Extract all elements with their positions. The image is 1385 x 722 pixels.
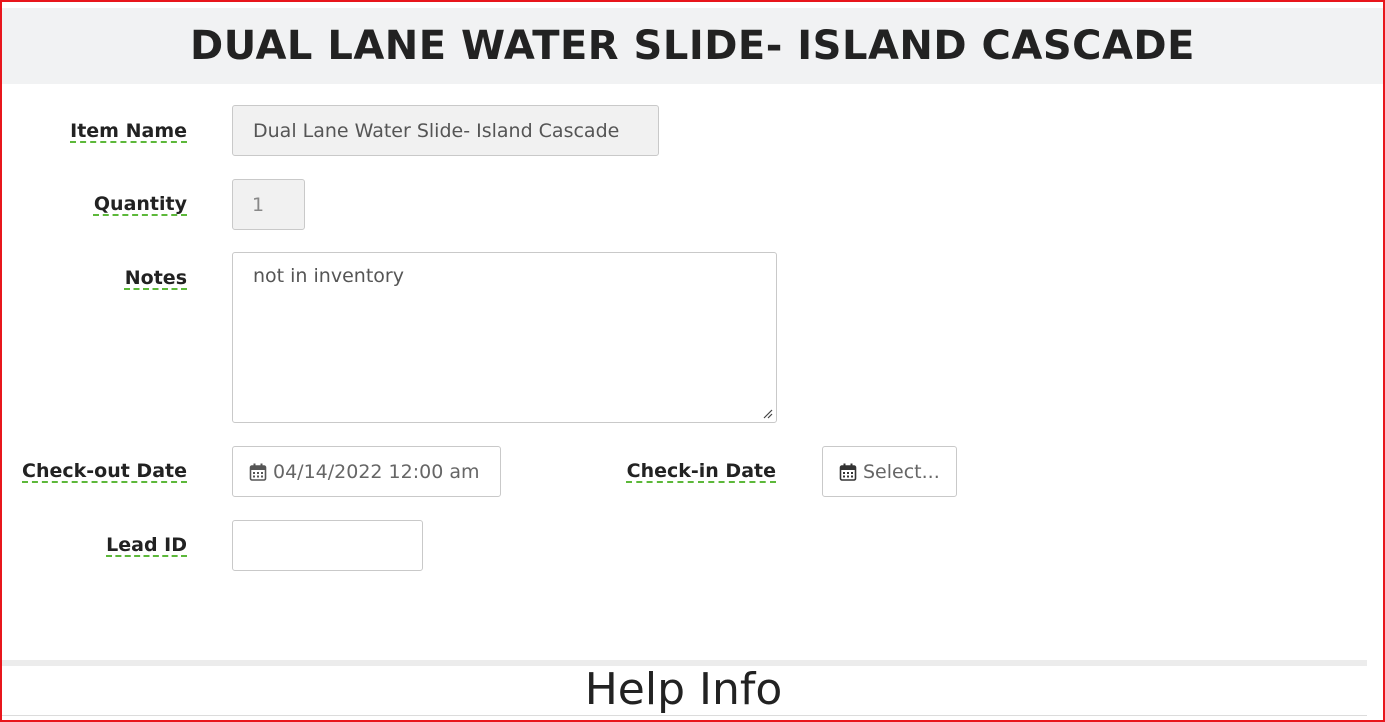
checkout-date-value: 04/14/2022 12:00 am	[273, 460, 480, 483]
checkout-date-label: Check-out Date	[22, 460, 187, 482]
item-name-label: Item Name	[70, 120, 187, 142]
checkin-date-field[interactable]: Select...	[822, 446, 957, 497]
checkout-date-field[interactable]: 04/14/2022 12:00 am	[232, 446, 501, 497]
resize-handle-icon[interactable]	[763, 409, 773, 419]
checkin-date-value: Select...	[863, 460, 940, 483]
help-separator	[2, 715, 1367, 716]
quantity-label: Quantity	[93, 193, 187, 215]
lead-id-field[interactable]	[232, 520, 423, 571]
notes-textarea[interactable]: not in inventory	[232, 252, 777, 423]
item-name-field[interactable]: Dual Lane Water Slide- Island Cascade	[232, 105, 659, 156]
lead-id-label: Lead ID	[106, 534, 187, 556]
page-title: DUAL LANE WATER SLIDE- ISLAND CASCADE	[190, 23, 1195, 69]
calendar-icon	[249, 463, 267, 481]
help-info-title: Help Info	[584, 664, 783, 715]
item-name-value: Dual Lane Water Slide- Island Cascade	[253, 119, 620, 142]
calendar-icon	[839, 463, 857, 481]
page-header: DUAL LANE WATER SLIDE- ISLAND CASCADE	[2, 8, 1383, 84]
notes-label: Notes	[124, 267, 187, 289]
quantity-value: 1	[252, 193, 265, 216]
quantity-field[interactable]: 1	[232, 179, 305, 230]
checkin-date-label: Check-in Date	[626, 460, 776, 482]
notes-value: not in inventory	[253, 265, 404, 287]
